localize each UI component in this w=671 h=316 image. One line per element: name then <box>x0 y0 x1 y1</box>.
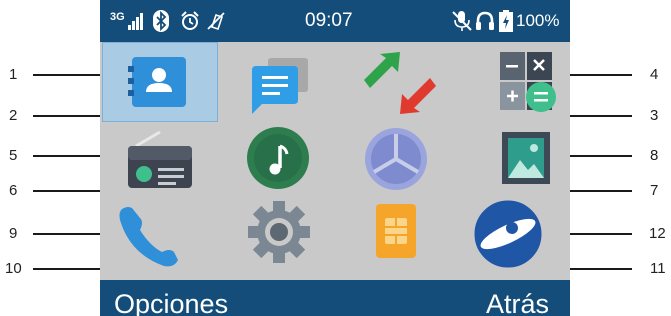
app-calculator[interactable] <box>468 42 570 122</box>
battery-icon <box>499 10 513 32</box>
callout-5: 5 <box>9 147 18 164</box>
app-messages[interactable] <box>224 42 340 122</box>
callout-10: 10 <box>5 260 22 277</box>
callout-7: 7 <box>650 182 659 199</box>
network-type: 3G <box>110 11 125 23</box>
music-icon <box>247 127 309 189</box>
phone-icon <box>119 207 178 267</box>
app-sim-toolkit[interactable] <box>346 194 462 274</box>
mute-mic-icon <box>452 11 472 31</box>
settings-icon <box>248 201 310 263</box>
callout-8: 8 <box>650 147 659 164</box>
alarm-icon <box>181 11 199 30</box>
callout-2: 2 <box>9 107 18 124</box>
callout-6: 6 <box>9 182 18 199</box>
callout-9: 9 <box>9 225 18 242</box>
status-bar: 3G 09:07 100% <box>100 0 570 42</box>
signal-icon <box>128 13 143 30</box>
radio-icon <box>128 130 192 188</box>
app-browser[interactable] <box>468 194 570 274</box>
headset-icon <box>476 11 494 30</box>
callout-11: 11 <box>650 260 666 277</box>
bluetooth-icon <box>153 10 169 32</box>
app-clock[interactable] <box>346 118 462 198</box>
options-softkey[interactable]: Opciones <box>114 280 228 316</box>
clock-time: 09:07 <box>305 10 353 31</box>
back-softkey[interactable]: Atrás <box>486 280 549 316</box>
calculator-icon <box>500 52 556 112</box>
app-gallery[interactable] <box>468 118 570 198</box>
vibrate-icon <box>207 12 225 31</box>
app-contacts[interactable] <box>102 42 218 122</box>
softkey-bar: Opciones Atrás <box>100 280 570 316</box>
contacts-icon <box>128 57 186 107</box>
transfer-icon <box>364 52 436 114</box>
messages-icon <box>252 58 308 114</box>
gallery-icon <box>502 132 550 184</box>
browser-icon <box>474 200 542 268</box>
app-music[interactable] <box>224 118 340 198</box>
app-phone[interactable] <box>102 194 218 274</box>
phone-screen: 3G 09:07 100% Opciones Atrás <box>100 0 570 316</box>
battery-level: 100% <box>516 11 560 30</box>
app-settings[interactable] <box>224 194 340 274</box>
callout-4: 4 <box>650 66 659 83</box>
app-radio[interactable] <box>102 118 218 198</box>
app-transfer[interactable] <box>346 42 462 122</box>
callout-12: 12 <box>649 225 666 242</box>
sim-toolkit-icon <box>376 204 416 258</box>
callout-3: 3 <box>650 107 659 124</box>
callout-1: 1 <box>9 66 18 83</box>
clock-icon <box>365 128 427 190</box>
